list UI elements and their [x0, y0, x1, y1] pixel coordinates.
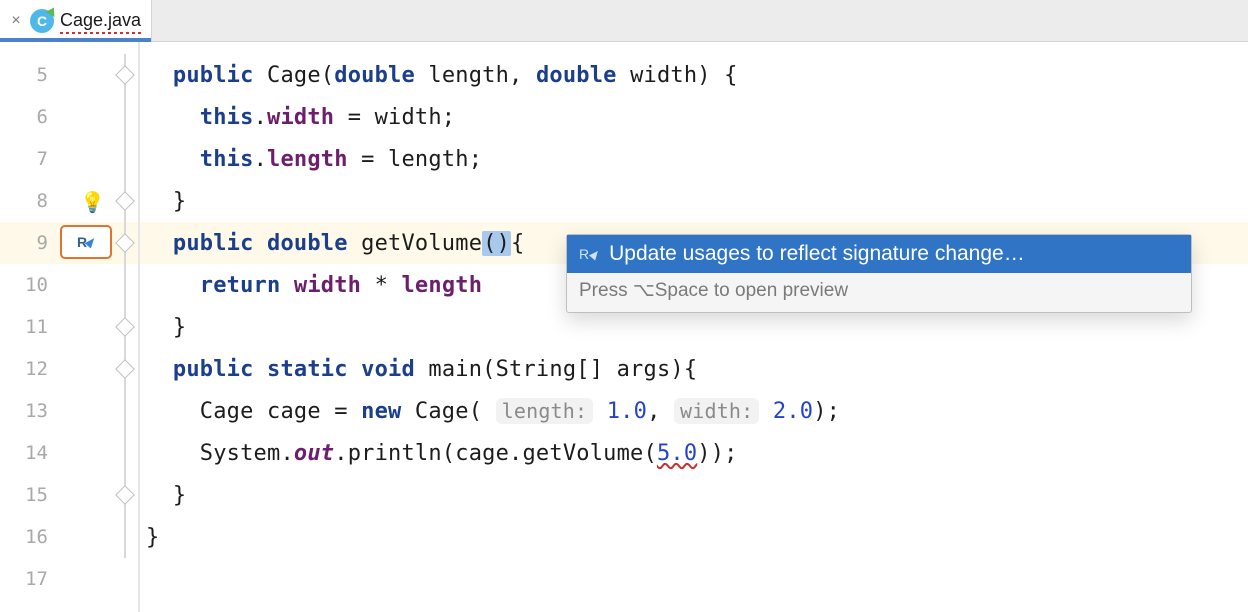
fold-marker-icon[interactable]: [115, 317, 135, 337]
code-line[interactable]: Cage cage = new Cage( length: 1.0, width…: [140, 390, 1248, 432]
line-number[interactable]: 10: [0, 264, 60, 306]
line-number[interactable]: 7: [0, 138, 60, 180]
update-usages-action[interactable]: R Update usages to reflect signature cha…: [567, 235, 1191, 273]
code-line[interactable]: [140, 558, 1248, 600]
line-number[interactable]: 11: [0, 306, 60, 348]
line-number[interactable]: 15: [0, 474, 60, 516]
pencil-icon: [589, 248, 601, 260]
line-number[interactable]: 16: [0, 516, 60, 558]
fold-marker-icon[interactable]: [115, 191, 135, 211]
code-line[interactable]: }: [140, 516, 1248, 558]
fold-marker-icon[interactable]: [115, 485, 135, 505]
tab-bar: × C Cage.java: [0, 0, 1248, 42]
class-file-icon: C: [30, 9, 54, 33]
code-line[interactable]: }: [140, 474, 1248, 516]
fold-gutter: 💡: [60, 42, 140, 612]
tab-title: Cage.java: [60, 10, 141, 31]
param-hint: length:: [496, 398, 594, 424]
fold-marker-icon[interactable]: [115, 233, 135, 253]
line-number[interactable]: 12 ▶: [0, 348, 60, 390]
line-number[interactable]: 5: [0, 54, 60, 96]
line-number[interactable]: 8: [0, 180, 60, 222]
refactor-gutter-icon[interactable]: R: [60, 225, 112, 259]
intention-bulb-icon[interactable]: 💡: [80, 190, 105, 214]
editor: 5 6 7 8 9 R 10 11 12 ▶ 13 14 15 16 17 💡: [0, 42, 1248, 612]
line-number[interactable]: 13: [0, 390, 60, 432]
popup-action-label: Update usages to reflect signature chang…: [609, 242, 1025, 266]
fold-marker-icon[interactable]: [115, 65, 135, 85]
code-line[interactable]: public static void main(String[] args){: [140, 348, 1248, 390]
line-number[interactable]: 6: [0, 96, 60, 138]
line-number[interactable]: 9 R: [0, 222, 60, 264]
line-number-gutter: 5 6 7 8 9 R 10 11 12 ▶ 13 14 15 16 17: [0, 42, 60, 612]
code-line[interactable]: }: [140, 180, 1248, 222]
popup-hint: Press ⌥Space to open preview: [567, 273, 1191, 312]
line-number[interactable]: 17: [0, 558, 60, 600]
file-tab[interactable]: × C Cage.java: [0, 0, 152, 41]
intention-popup: R Update usages to reflect signature cha…: [566, 234, 1192, 313]
param-hint: width:: [674, 398, 759, 424]
error-underline: 5.0: [657, 441, 697, 466]
code-line[interactable]: public Cage(double length, double width)…: [140, 54, 1248, 96]
fold-marker-icon[interactable]: [115, 359, 135, 379]
code-area[interactable]: public Cage(double length, double width)…: [140, 42, 1248, 612]
code-line[interactable]: System.out.println(cage.getVolume(5.0));: [140, 432, 1248, 474]
code-line[interactable]: this.width = width;: [140, 96, 1248, 138]
code-line[interactable]: this.length = length;: [140, 138, 1248, 180]
refactor-icon: R: [579, 246, 599, 262]
line-number[interactable]: 14: [0, 432, 60, 474]
close-tab-icon[interactable]: ×: [8, 12, 24, 30]
editor-selection: (): [482, 231, 511, 256]
